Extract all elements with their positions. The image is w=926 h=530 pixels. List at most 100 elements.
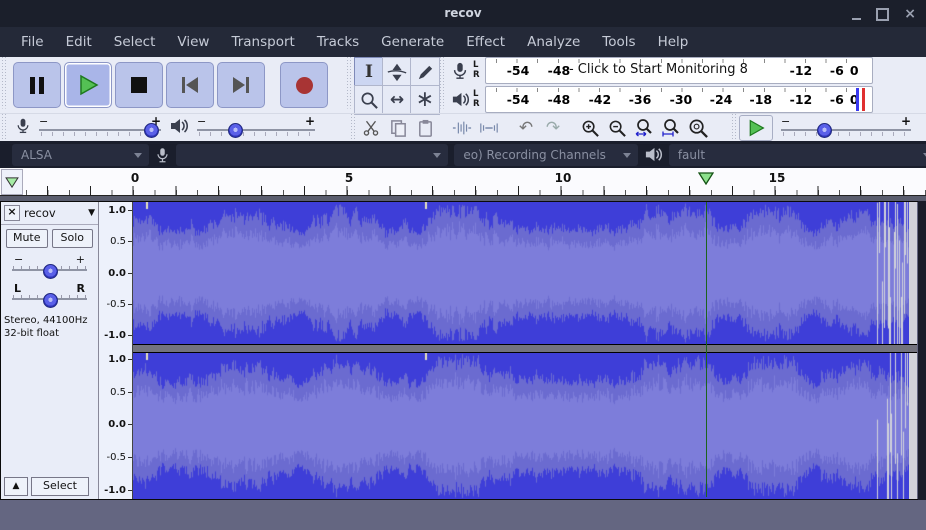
- copy-icon: [389, 119, 408, 138]
- menu-select[interactable]: Select: [103, 34, 167, 50]
- play-at-speed-button[interactable]: [739, 115, 773, 141]
- menu-file[interactable]: File: [10, 34, 55, 50]
- menu-generate[interactable]: Generate: [370, 34, 455, 50]
- pan-thumb[interactable]: [43, 293, 58, 308]
- menu-help[interactable]: Help: [647, 34, 700, 50]
- meter-toolbar-grip[interactable]: [438, 57, 447, 113]
- track-format-line2: 32-bit float: [4, 327, 95, 340]
- trim-audio-button[interactable]: [449, 116, 475, 140]
- collapse-track-button[interactable]: ▲: [4, 477, 28, 496]
- skip-end-icon: [231, 76, 251, 94]
- slider-minus-label: −: [781, 115, 790, 128]
- toolbar-dock: I ↔ ∗ LR: [0, 57, 926, 141]
- track-area[interactable]: × recov ▼ Mute Solo − + L R: [0, 201, 926, 530]
- silence-icon: [479, 120, 499, 136]
- recording-volume-slider[interactable]: − +: [39, 117, 161, 139]
- edit-toolbar-grip[interactable]: [349, 114, 358, 142]
- window-title: recov: [0, 6, 926, 20]
- zoom-in-icon: [581, 119, 600, 138]
- magnifier-icon: [360, 91, 379, 110]
- gain-slider[interactable]: − +: [12, 253, 87, 279]
- menu-edit[interactable]: Edit: [55, 34, 103, 50]
- record-meter-scale[interactable]: -54 -48 - Click to Start Monitoring 8 -1…: [485, 57, 873, 84]
- menu-transport[interactable]: Transport: [220, 34, 305, 50]
- playback-device-dropdown[interactable]: fault: [669, 144, 926, 166]
- tools-toolbar-grip[interactable]: [345, 57, 354, 113]
- waveform-display[interactable]: [133, 202, 917, 499]
- tools-toolbar: I ↔ ∗: [354, 57, 438, 113]
- waveform-channel-left[interactable]: [133, 202, 909, 344]
- pan-slider[interactable]: L R: [12, 282, 87, 308]
- mute-button[interactable]: Mute: [6, 229, 48, 248]
- record-meter-right-label: R: [473, 71, 485, 81]
- play-speed-slider[interactable]: − +: [781, 117, 911, 139]
- record-button[interactable]: [280, 62, 328, 108]
- speaker-icon: [451, 90, 470, 109]
- record-tick-label: 0: [850, 63, 859, 78]
- play-button[interactable]: [64, 62, 112, 108]
- fit-selection-button[interactable]: [631, 116, 657, 140]
- playback-device-value: fault: [678, 148, 705, 162]
- play-meter-scale[interactable]: -54 -48 -42 -36 -30 -24 -18 -12 -6 0: [485, 86, 873, 113]
- draw-tool-button[interactable]: [410, 57, 440, 87]
- channel-divider[interactable]: [133, 344, 917, 353]
- envelope-tool-button[interactable]: [382, 57, 412, 87]
- mixer-toolbar-grip[interactable]: [0, 114, 9, 142]
- timeline-ruler[interactable]: 0 5 10 15: [0, 168, 926, 196]
- close-button[interactable]: ×: [904, 7, 916, 21]
- multi-tool-button[interactable]: ∗: [410, 85, 440, 115]
- copy-button[interactable]: [385, 116, 411, 140]
- maximize-button[interactable]: [876, 8, 889, 21]
- track-name[interactable]: recov: [24, 206, 84, 220]
- playback-volume-slider[interactable]: − +: [197, 117, 315, 139]
- selection-tool-button[interactable]: I: [354, 57, 384, 87]
- monitoring-message[interactable]: - Click to Start Monitoring 8: [569, 62, 748, 77]
- undo-button[interactable]: ↶: [513, 116, 539, 140]
- playback-volume-thumb[interactable]: [228, 123, 243, 138]
- fit-selection-icon: [634, 118, 654, 138]
- track-menu-icon[interactable]: ▼: [88, 208, 95, 218]
- zoom-toggle-button[interactable]: [685, 116, 711, 140]
- menu-analyze[interactable]: Analyze: [516, 34, 591, 50]
- playhead-marker[interactable]: [698, 170, 714, 189]
- zoom-out-icon: [608, 119, 627, 138]
- meter-clip-indicator-red: [862, 88, 865, 111]
- menu-view[interactable]: View: [166, 34, 220, 50]
- record-meter-button[interactable]: [447, 61, 473, 81]
- pause-button[interactable]: [13, 62, 61, 108]
- waveform-channel-right[interactable]: [133, 353, 909, 499]
- paste-button[interactable]: [412, 116, 438, 140]
- transport-toolbar: [9, 57, 345, 113]
- recording-channels-dropdown[interactable]: eo) Recording Channels: [454, 144, 637, 166]
- play-speed-thumb[interactable]: [817, 123, 832, 138]
- menu-tracks[interactable]: Tracks: [306, 34, 370, 50]
- skip-to-start-button[interactable]: [166, 62, 214, 108]
- timeline-pin-button[interactable]: [1, 169, 23, 195]
- ruler-label: 0: [131, 171, 139, 185]
- minimize-button[interactable]: [852, 18, 861, 20]
- play-at-speed-grip[interactable]: [730, 114, 739, 142]
- recording-device-dropdown[interactable]: [176, 144, 448, 166]
- skip-to-end-button[interactable]: [217, 62, 265, 108]
- record-icon: [296, 77, 313, 94]
- audio-host-dropdown[interactable]: ALSA: [12, 144, 149, 166]
- menu-effect[interactable]: Effect: [455, 34, 516, 50]
- solo-button[interactable]: Solo: [52, 229, 94, 248]
- redo-button[interactable]: ↷: [540, 116, 566, 140]
- silence-audio-button[interactable]: [476, 116, 502, 140]
- fit-project-button[interactable]: [658, 116, 684, 140]
- play-meter-button[interactable]: [447, 90, 473, 109]
- zoom-tool-button[interactable]: [354, 85, 384, 115]
- select-track-button[interactable]: Select: [31, 477, 89, 496]
- cut-button[interactable]: [358, 116, 384, 140]
- redo-icon: ↷: [546, 120, 560, 137]
- zoom-in-button[interactable]: [577, 116, 603, 140]
- time-shift-tool-button[interactable]: ↔: [382, 85, 412, 115]
- gain-thumb[interactable]: [43, 264, 58, 279]
- track-close-button[interactable]: ×: [4, 205, 20, 221]
- menu-tools[interactable]: Tools: [591, 34, 646, 50]
- transport-toolbar-grip[interactable]: [0, 57, 9, 113]
- vertical-scale-ruler[interactable]: 1.0 0.5 0.0 -0.5 -1.0 1.0 0.5 0.0 -0.5 -…: [99, 202, 133, 499]
- stop-button[interactable]: [115, 62, 163, 108]
- zoom-out-button[interactable]: [604, 116, 630, 140]
